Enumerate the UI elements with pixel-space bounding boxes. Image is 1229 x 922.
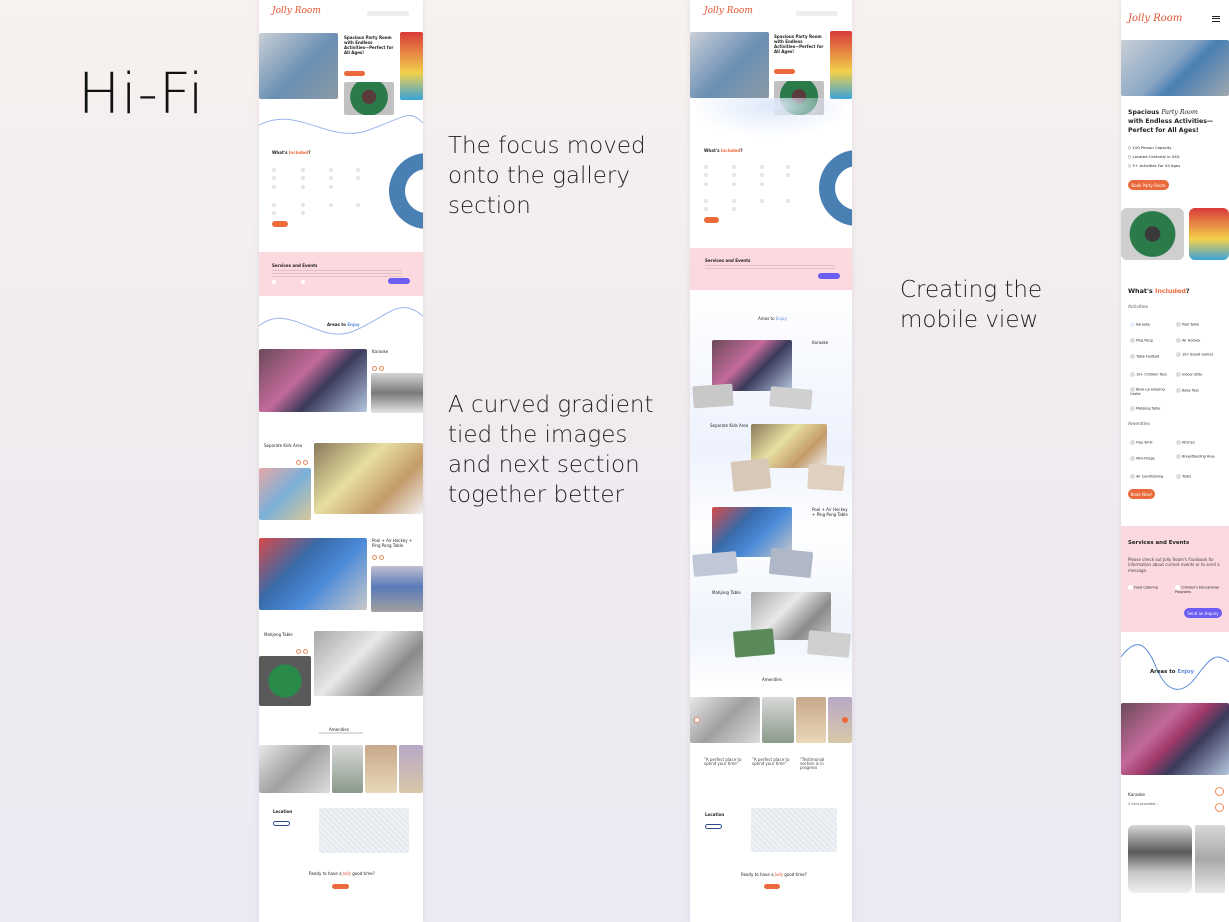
- mobile-slide-image: [1189, 208, 1229, 260]
- book-now-button[interactable]: Book Now!: [1128, 489, 1155, 499]
- included-title: What's Included?: [272, 150, 311, 155]
- pool-table-image: [259, 538, 367, 610]
- hero-point: ○ Located Centrally in XXX: [1128, 154, 1180, 159]
- mobile-room-image: [1128, 825, 1192, 893]
- book-party-room-button[interactable]: Book Party Room: [1128, 180, 1169, 190]
- hamburger-menu-icon[interactable]: [1212, 16, 1220, 22]
- mobile-hero-title: Spacious Party Room with Endless Activit…: [1128, 109, 1214, 134]
- hero-image-side: [400, 32, 423, 100]
- mobile-mockup: Jolly Room Spacious Party Room with Endl…: [1121, 0, 1229, 922]
- carousel-up-icon[interactable]: [1215, 787, 1224, 796]
- karaoke-image: [259, 349, 367, 412]
- desktop-mockup-a: Jolly Room Spacious Party Room with Endl…: [259, 0, 423, 922]
- logo: Jolly Room: [272, 6, 321, 16]
- carousel-down-icon[interactable]: [1215, 803, 1224, 812]
- included-circle-image: [389, 153, 423, 229]
- mobile-included-title: What's Included?: [1128, 287, 1190, 295]
- karaoke-sub: 2 mics provided ...: [1128, 802, 1160, 806]
- mobile-mahjong-image: [1121, 208, 1184, 260]
- hero-curve: [259, 115, 423, 134]
- karaoke-label: Karaoke: [1128, 792, 1145, 797]
- hero-point: ○ 100 Person Capacity: [1128, 145, 1172, 150]
- mobile-areas-title: Areas to Enjoy: [1150, 669, 1194, 675]
- service-item: Children's Educational Programs: [1175, 585, 1219, 594]
- book-now-button[interactable]: [272, 221, 288, 227]
- services-title: Services and Events: [1128, 540, 1190, 546]
- areas-title: Areas to Enjoy: [327, 322, 360, 327]
- note-mobile-view: Creating the mobile view: [900, 277, 1043, 333]
- mobile-karaoke-image: [1121, 703, 1229, 775]
- kids-area-image: [314, 443, 423, 514]
- hero-image: [259, 33, 338, 99]
- send-inquiry-button[interactable]: [388, 278, 410, 284]
- desktop-mockup-b: Jolly Room Spacious Party Room with Endl…: [690, 0, 852, 922]
- activities-label: Activities: [1128, 305, 1149, 310]
- mobile-logo: Jolly Room: [1128, 13, 1183, 24]
- curved-gradient: [690, 98, 852, 138]
- send-inquiry-button[interactable]: Send an Inquiry: [1184, 608, 1222, 618]
- hero-point: ○ 5+ Activities For All Ages: [1128, 163, 1181, 168]
- note-curved-gradient: A curved gradient tied the images and ne…: [448, 392, 654, 508]
- page-heading: Hi-Fi: [78, 62, 205, 127]
- mahjong-image: [314, 631, 423, 696]
- map: [319, 808, 409, 853]
- mobile-curve: [1121, 644, 1229, 690]
- service-item: Food Catering: [1128, 585, 1178, 590]
- services-text: Please check out Jolly Room's Facebook f…: [1128, 557, 1220, 573]
- note-gallery-focus: The focus moved onto the gallery section: [448, 133, 646, 219]
- amenities-label: Amenities: [1128, 422, 1150, 427]
- mobile-hero-image: [1121, 40, 1229, 96]
- nav-bar: [367, 11, 409, 16]
- book-party-button[interactable]: [344, 71, 365, 76]
